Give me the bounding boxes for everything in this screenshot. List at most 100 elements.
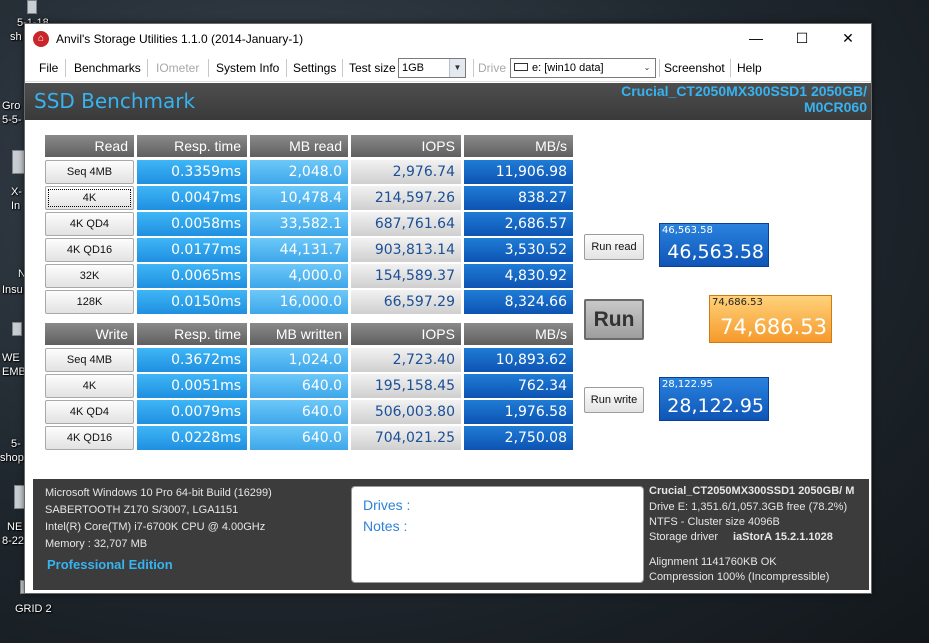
iops-cell: 506,003.80 [351, 400, 461, 424]
read-row-button[interactable]: 4K QD16 [45, 238, 134, 262]
resp-time-cell: 0.0065ms [137, 264, 247, 288]
column-header: Resp. time [137, 135, 247, 157]
file-icon[interactable] [12, 322, 22, 336]
run-read-button[interactable]: Run read [584, 234, 644, 260]
iops-cell: 704,021.25 [351, 426, 461, 450]
column-header: Resp. time [137, 323, 247, 345]
write-row-button[interactable]: Seq 4MB [45, 348, 134, 372]
mb-cell: 640.0 [250, 374, 348, 398]
write-score-panel: 28,122.95 28,122.95 [659, 377, 769, 421]
desktop-label[interactable]: In [11, 200, 20, 213]
iops-cell: 2,723.40 [351, 348, 461, 372]
desktop-label[interactable]: GRID 2 [15, 603, 52, 616]
run-write-button[interactable]: Run write [584, 387, 644, 413]
board-info: SABERTOOTH Z170 S/3007, LGA1151 [45, 504, 239, 516]
iops-cell: 195,158.45 [351, 374, 461, 398]
close-button[interactable]: ✕ [825, 24, 871, 54]
desktop-label[interactable]: EMB [2, 366, 26, 379]
read-row-button[interactable]: 128K [45, 290, 134, 314]
read-row-button[interactable]: 32K [45, 264, 134, 288]
column-header: IOPS [351, 323, 461, 345]
desktop-label[interactable]: shop [0, 452, 24, 465]
test-size-select[interactable]: 1GB ▼ [398, 58, 466, 78]
mb-cell: 640.0 [250, 426, 348, 450]
menu-separator [147, 59, 148, 77]
mbs-cell: 4,830.92 [464, 264, 573, 288]
run-button[interactable]: Run [584, 299, 644, 340]
column-header: MB/s [464, 323, 573, 345]
menu-help[interactable]: Help [733, 60, 766, 76]
mbs-cell: 3,530.52 [464, 238, 573, 262]
menu-settings[interactable]: Settings [289, 60, 340, 76]
read-row-button[interactable]: Seq 4MB [45, 160, 134, 184]
mb-cell: 16,000.0 [250, 290, 348, 314]
write-row-button[interactable]: 4K QD4 [45, 400, 134, 424]
desktop-label[interactable]: 8-22 [2, 535, 24, 548]
read-score-small: 46,563.58 [662, 225, 713, 236]
notes-textarea[interactable]: Drives : Notes : [351, 486, 644, 583]
menu-file[interactable]: File [35, 60, 62, 76]
mb-cell: 1,024.0 [250, 348, 348, 372]
desktop-label[interactable]: sh [10, 31, 22, 44]
desktop-label[interactable]: 5-5- [2, 114, 22, 127]
cpu-info: Intel(R) Core(TM) i7-6700K CPU @ 4.00GHz [45, 521, 266, 533]
read-row-button[interactable]: 4K [45, 186, 134, 210]
write-row-button[interactable]: 4K [45, 374, 134, 398]
mb-cell: 4,000.0 [250, 264, 348, 288]
write-row-button[interactable]: 4K QD16 [45, 426, 134, 450]
chevron-down-icon[interactable]: ⌄ [639, 59, 655, 77]
storage-driver-value: iaStorA 15.2.1.1028 [733, 531, 833, 543]
drive-value: e: [win10 data] [532, 62, 604, 74]
iops-cell: 66,597.29 [351, 290, 461, 314]
notes-label: Notes : [363, 518, 408, 534]
maximize-button[interactable]: ☐ [779, 24, 825, 54]
desktop-label[interactable]: NE [7, 521, 22, 534]
alignment-info: Alignment 1141760KB OK [649, 556, 777, 568]
test-size-value: 1GB [402, 62, 425, 74]
desktop-label[interactable]: 5- [11, 438, 21, 451]
column-header: MB written [250, 323, 348, 345]
menu-iometer[interactable]: IOmeter [152, 60, 203, 76]
menu-system-info[interactable]: System Info [212, 60, 283, 76]
desktop-label[interactable]: WE [2, 352, 20, 365]
menu-screenshot[interactable]: Screenshot [660, 60, 729, 76]
resp-time-cell: 0.3672ms [137, 348, 247, 372]
edition-label: Professional Edition [47, 557, 173, 572]
desktop-label[interactable]: X- [11, 186, 22, 199]
desktop-label[interactable]: Insu [2, 284, 23, 297]
resp-time-cell: 0.0058ms [137, 212, 247, 236]
read-row-button[interactable]: 4K QD4 [45, 212, 134, 236]
chevron-down-icon[interactable]: ▼ [449, 59, 465, 77]
drive-free-space: Drive E: 1,351.6/1,057.3GB free (78.2%) [649, 501, 848, 513]
minimize-button[interactable]: — [733, 24, 779, 54]
drive-filesystem: NTFS - Cluster size 4096B [649, 516, 780, 528]
resp-time-cell: 0.0228ms [137, 426, 247, 450]
drive-select[interactable]: e: [win10 data] ⌄ [510, 58, 656, 78]
drive-name: Crucial_CT2050MX300SSD1 2050GB/ M [649, 485, 855, 497]
mbs-cell: 838.27 [464, 186, 573, 210]
total-score-panel: 74,686.53 74,686.53 [709, 295, 832, 343]
file-icon[interactable] [27, 0, 37, 14]
header-banner: SSD Benchmark Crucial_CT2050MX300SSD1 20… [25, 83, 871, 120]
mb-cell: 640.0 [250, 400, 348, 424]
menu-separator [342, 59, 343, 77]
anvil-app-icon[interactable]: ⌂ [33, 31, 49, 47]
resp-time-cell: 0.0047ms [137, 186, 247, 210]
resp-time-cell: 0.3359ms [137, 160, 247, 184]
drive-icon [514, 63, 528, 72]
page-title: SSD Benchmark [34, 89, 196, 113]
app-window: ⌂ Anvil's Storage Utilities 1.1.0 (2014-… [24, 23, 872, 594]
info-panel: Microsoft Windows 10 Pro 64-bit Build (1… [33, 479, 869, 590]
total-score-small: 74,686.53 [712, 297, 763, 308]
title-bar[interactable]: ⌂ Anvil's Storage Utilities 1.1.0 (2014-… [25, 24, 871, 54]
drive-label: Drive [478, 61, 507, 75]
menu-separator [730, 59, 731, 77]
desktop-label[interactable]: Gro [2, 100, 20, 113]
mbs-cell: 8,324.66 [464, 290, 573, 314]
resp-time-cell: 0.0079ms [137, 400, 247, 424]
iops-cell: 154,589.37 [351, 264, 461, 288]
menu-bar: File Benchmarks IOmeter System Info Sett… [25, 54, 871, 82]
iops-cell: 2,976.74 [351, 160, 461, 184]
mbs-cell: 762.34 [464, 374, 573, 398]
menu-benchmarks[interactable]: Benchmarks [70, 60, 145, 76]
